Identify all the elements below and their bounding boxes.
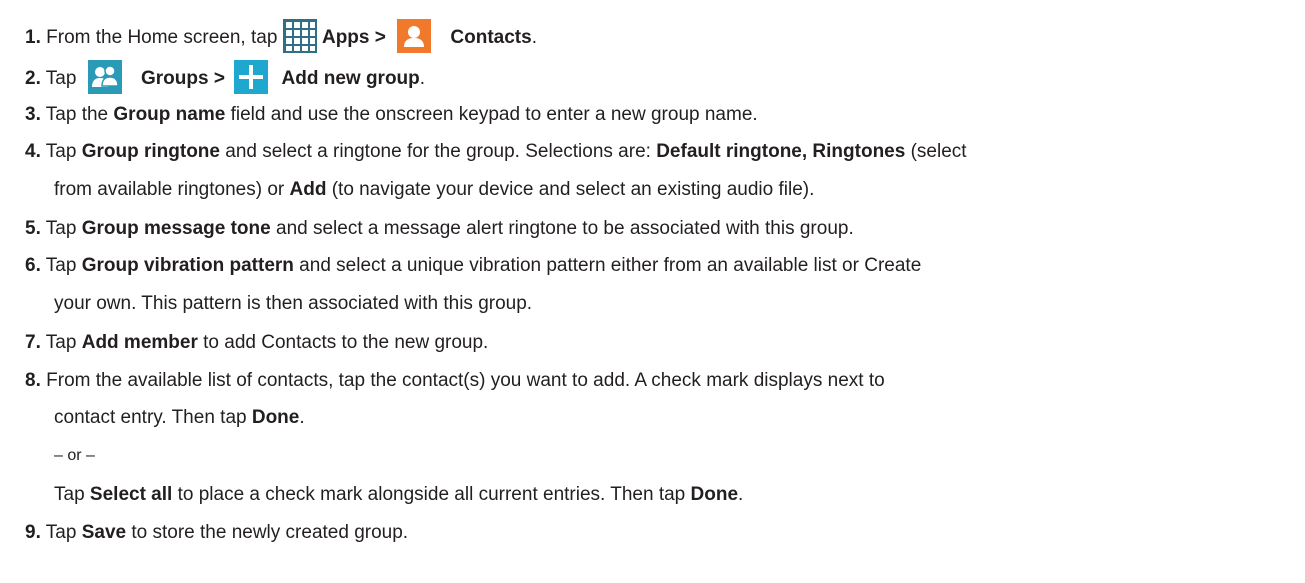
group-ringtone-term: Group ringtone: [81, 141, 220, 162]
step-text: Tap: [45, 522, 82, 543]
step-text: from available ringtones) or: [54, 179, 290, 200]
step-text: and select a ringtone for the group. Sel…: [219, 141, 657, 162]
add-plus-icon: [234, 60, 269, 94]
period: .: [531, 27, 537, 49]
step-8-alternative: Tap Select all to place a check mark alo…: [54, 483, 743, 507]
step-3: 3. Tap the Group name field and use the …: [25, 103, 758, 127]
step-text: Tap: [45, 218, 82, 239]
step-number: 7.: [25, 332, 41, 353]
step-text: Tap: [45, 141, 82, 162]
step-8-line-2: contact entry. Then tap Done.: [54, 406, 305, 430]
step-text: field and use the onscreen keypad to ent…: [225, 104, 758, 125]
step-text: Tap the: [45, 104, 114, 125]
or-separator: – or –: [54, 444, 95, 468]
or-text: – or –: [54, 447, 95, 464]
group-message-tone-term: Group message tone: [81, 218, 271, 239]
step-1: 1. From the Home screen, tap Apps > Cont…: [25, 19, 537, 55]
step-text: Tap: [45, 68, 77, 90]
step-text: to add Contacts to the new group.: [197, 332, 489, 353]
step-text: and select a message alert ringtone to b…: [270, 218, 854, 239]
step-4: 4. Tap Group ringtone and select a ringt…: [25, 140, 967, 164]
add-member-term: Add member: [81, 332, 198, 353]
step-7: 7. Tap Add member to add Contacts to the…: [25, 331, 488, 355]
add-new-group-label: Add new group: [281, 68, 420, 90]
step-text: (select: [905, 141, 967, 162]
step-number: 1.: [25, 27, 41, 49]
done-term: Done: [251, 407, 300, 428]
step-text: your own. This pattern is then associate…: [54, 293, 533, 314]
step-text: From the available list of contacts, tap…: [46, 370, 885, 391]
period: .: [738, 484, 744, 505]
step-text: Tap: [45, 332, 82, 353]
select-all-term: Select all: [89, 484, 173, 505]
step-number: 6.: [25, 255, 41, 276]
step-text: Tap: [54, 484, 90, 505]
step-4-line-2: from available ringtones) or Add (to nav…: [54, 178, 814, 202]
group-vibration-pattern-term: Group vibration pattern: [81, 255, 294, 276]
contacts-label: Contacts: [450, 27, 532, 49]
save-term: Save: [81, 522, 127, 543]
contacts-person-icon: [397, 19, 432, 53]
done-term: Done: [690, 484, 739, 505]
groups-people-icon: [87, 60, 122, 94]
add-term: Add: [289, 179, 327, 200]
group-name-term: Group name: [113, 104, 226, 125]
period: .: [299, 407, 305, 428]
step-number: 4.: [25, 141, 41, 162]
step-2: 2. Tap Groups > Add new group.: [25, 60, 426, 96]
step-5: 5. Tap Group message tone and select a m…: [25, 217, 854, 241]
step-number: 5.: [25, 218, 41, 239]
apps-grid-icon: [282, 19, 317, 53]
step-9: 9. Tap Save to store the newly created g…: [25, 521, 408, 545]
step-6: 6. Tap Group vibration pattern and selec…: [25, 254, 921, 278]
step-6-line-2: your own. This pattern is then associate…: [54, 292, 532, 316]
step-text: to store the newly created group.: [126, 522, 409, 543]
step-number: 8.: [25, 370, 41, 391]
step-text: From the Home screen, tap: [46, 27, 278, 49]
step-text: Tap: [45, 255, 82, 276]
step-text: contact entry. Then tap: [54, 407, 252, 428]
step-text: and select a unique vibration pattern ei…: [293, 255, 922, 276]
step-number: 9.: [25, 522, 41, 543]
step-number: 3.: [25, 104, 41, 125]
apps-label: Apps >: [321, 27, 386, 49]
step-text: (to navigate your device and select an e…: [326, 179, 815, 200]
step-8: 8. From the available list of contacts, …: [25, 369, 885, 393]
groups-label: Groups >: [141, 68, 225, 90]
period: .: [419, 68, 426, 90]
step-text: to place a check mark alongside all curr…: [172, 484, 691, 505]
step-number: 2.: [25, 68, 41, 90]
ringtone-options-term: Default ringtone, Ringtones: [656, 141, 906, 162]
